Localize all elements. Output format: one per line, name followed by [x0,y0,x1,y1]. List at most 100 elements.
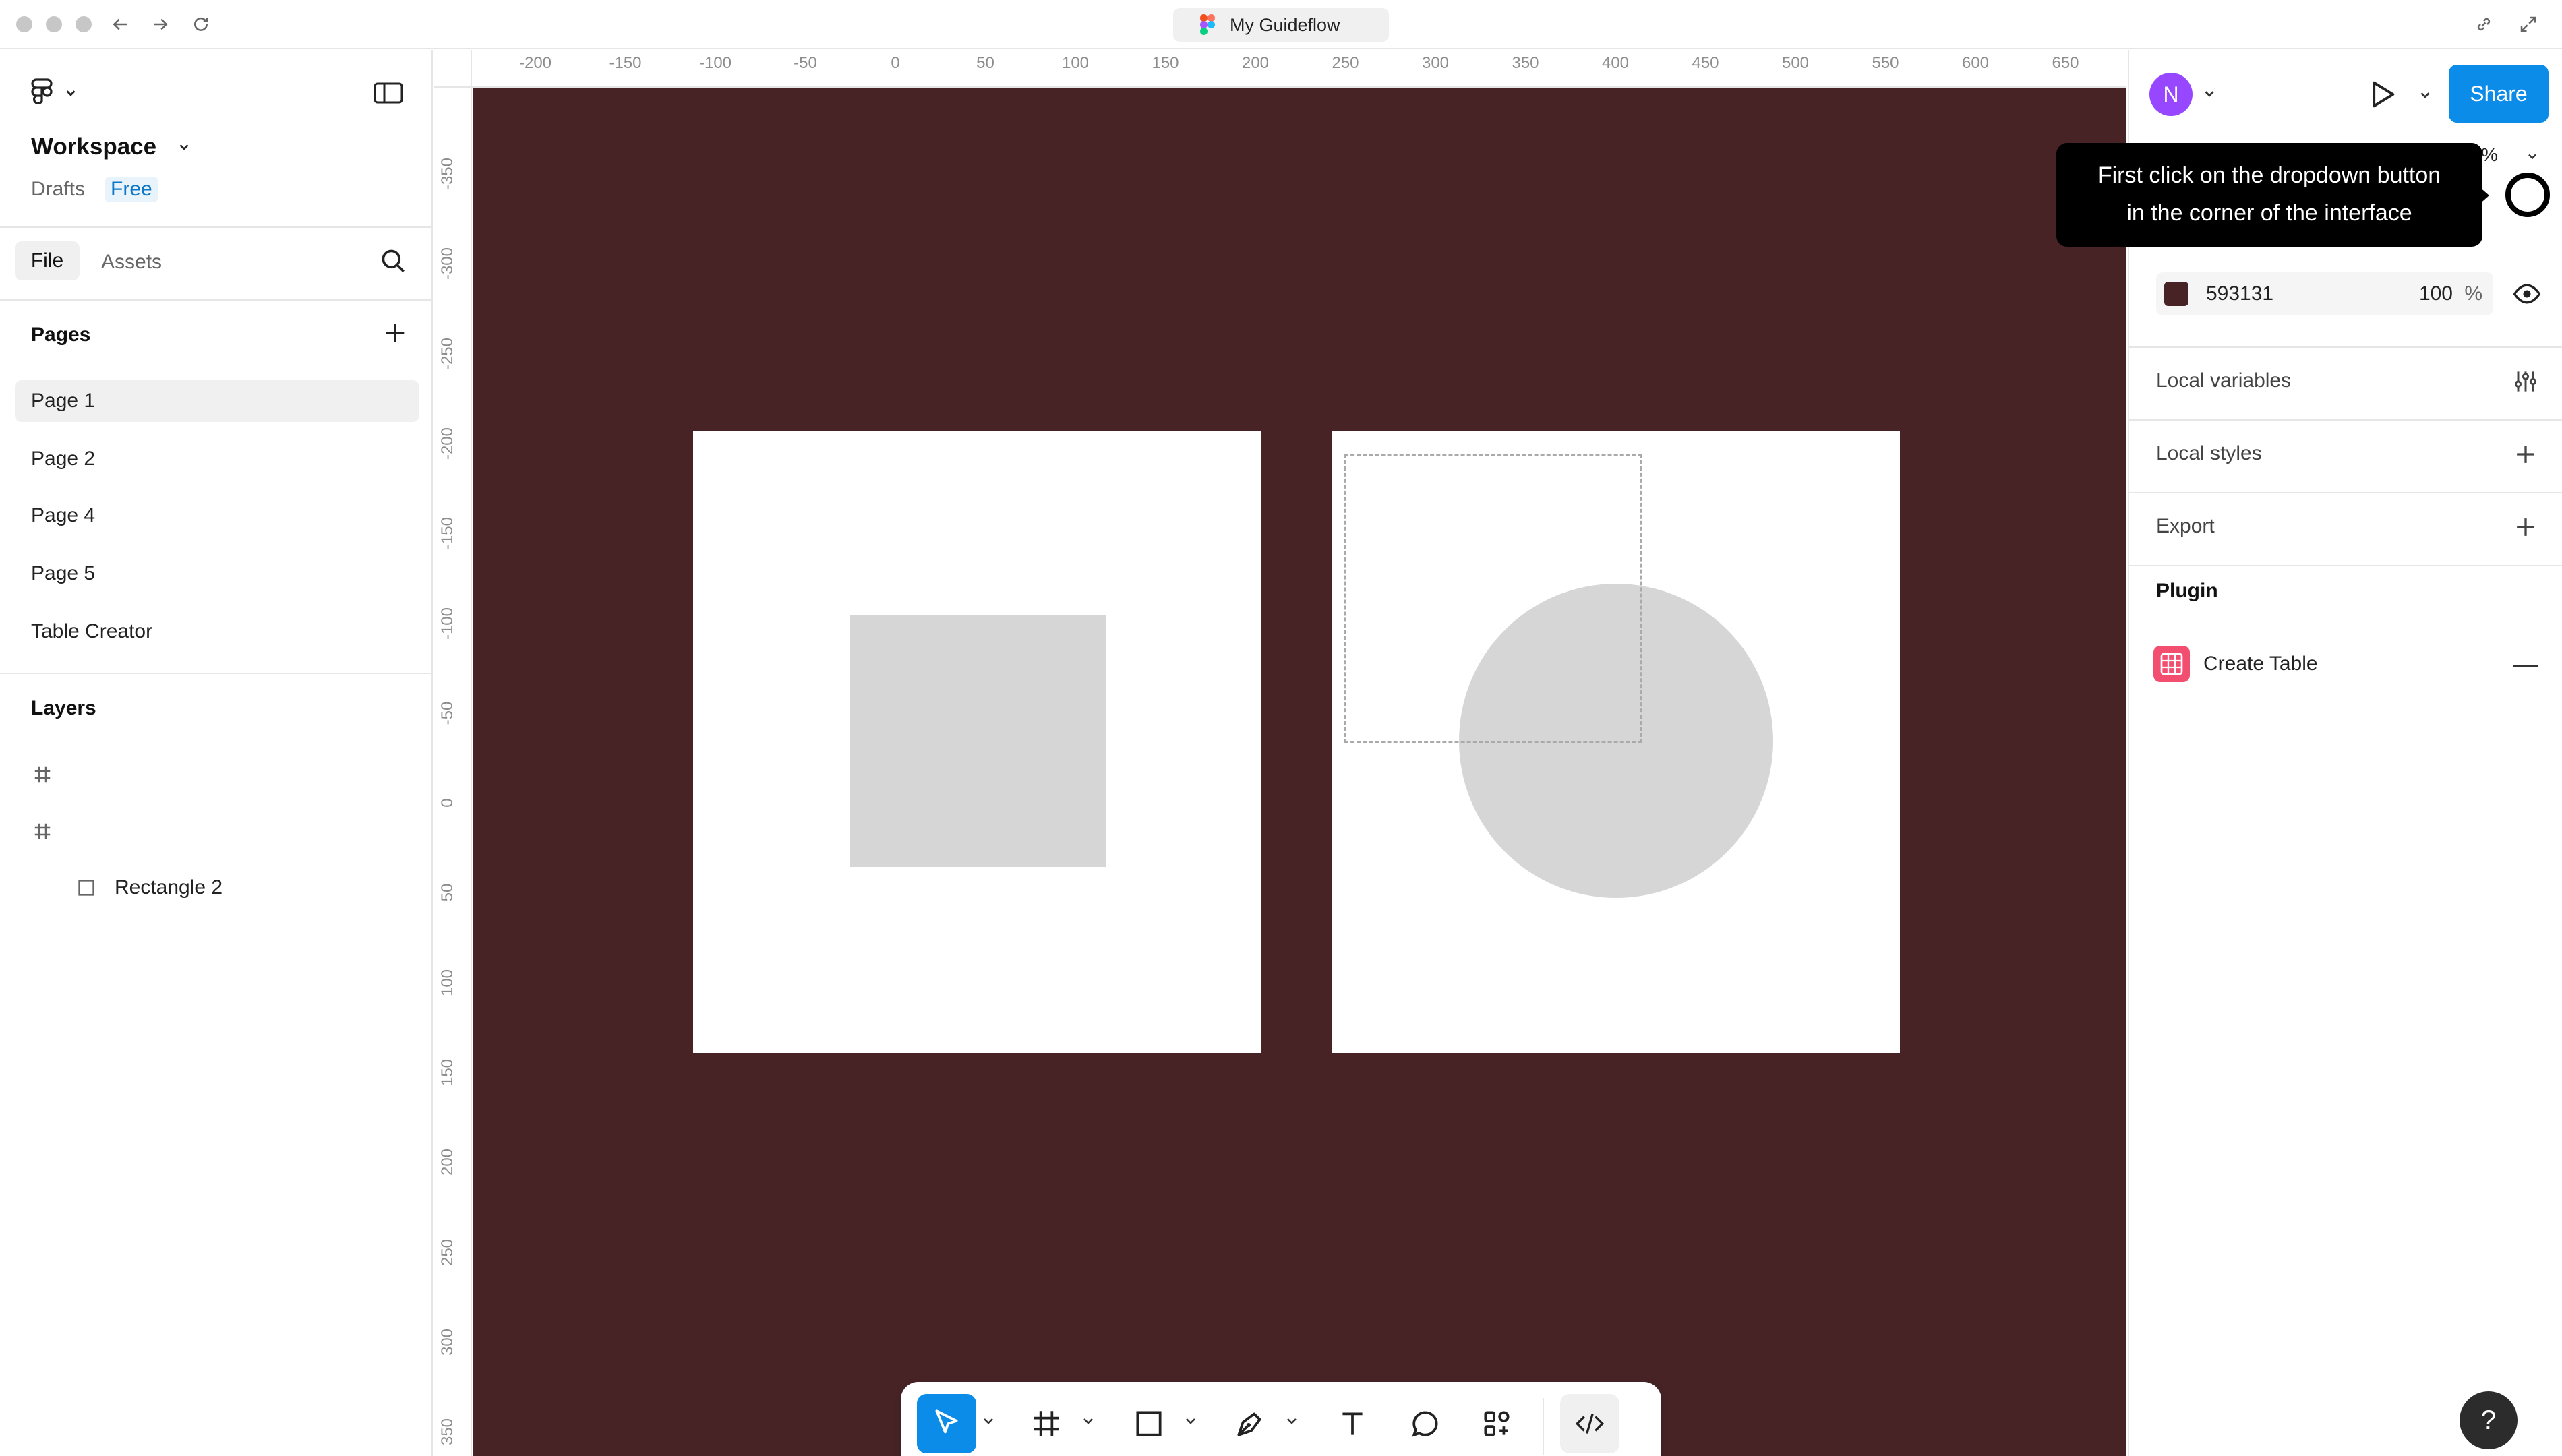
chevron-down-icon[interactable] [1183,1413,1199,1429]
plugin-create-table[interactable]: Create Table [2153,646,2318,682]
layer-row-frame[interactable] [32,814,71,848]
figma-menu-icon [31,78,53,104]
add-page-icon[interactable] [382,320,409,346]
reload-icon[interactable] [187,11,214,38]
table-plugin-icon [2153,646,2190,682]
frame-2[interactable] [1332,431,1900,1053]
ruler-tick-x: -150 [609,54,642,72]
sidebar-toggle-icon[interactable] [372,80,405,107]
ruler-tick-y: 200 [438,1149,456,1176]
ruler-tick-y: -50 [438,701,456,725]
chevron-down-icon[interactable] [980,1413,996,1429]
search-icon[interactable] [379,247,409,276]
page-item[interactable]: Page 1 [15,380,419,422]
local-variables-label[interactable]: Local variables [2156,369,2291,392]
fill-opacity-input[interactable]: 100 [2419,282,2453,305]
guide-target-hotspot[interactable] [2505,173,2550,217]
document-tab[interactable]: My Guideflow [1173,8,1389,42]
ruler-tick-x: -200 [518,54,552,72]
ruler-tick-y: -250 [438,337,456,370]
toolbar-divider [1543,1398,1544,1455]
collapse-minus-icon[interactable] [2513,665,2538,667]
avatar[interactable]: N [2149,73,2193,116]
left-sidebar: Workspace Drafts Free File Assets Pages … [0,50,433,1456]
chevron-down-icon[interactable] [2202,86,2217,101]
chevron-down-icon[interactable] [2526,150,2539,163]
frame-tool-button[interactable] [1017,1394,1076,1453]
window-close-button[interactable] [16,16,32,32]
layer-row-rectangle[interactable]: Rectangle 2 [77,871,222,905]
variables-icon[interactable] [2511,367,2540,396]
ruler-tick-y: -150 [438,517,456,550]
layer-row-frame[interactable] [32,758,71,791]
right-sidebar: N Share % 593131 100 % Local variables L… [2128,50,2562,1456]
divider [0,673,433,674]
divider [0,299,433,301]
eye-icon[interactable] [2511,279,2543,309]
page-item[interactable]: Table Creator [15,611,419,653]
window-minimize-button[interactable] [46,16,62,32]
frame-1[interactable] [693,431,1261,1053]
ruler-tick-y: 150 [438,1058,456,1087]
color-swatch[interactable] [2164,282,2188,306]
ruler-tick-x: 250 [1332,54,1359,72]
guide-tooltip: First click on the dropdown button in th… [2056,143,2482,247]
page-item-label: Page 4 [31,504,96,526]
divider [0,226,433,228]
page-item[interactable]: Page 2 [15,438,419,480]
title-bar: My Guideflow [0,0,2562,49]
ruler-tick-x: 150 [1152,54,1179,72]
divider [2129,492,2562,493]
chevron-down-icon[interactable] [2418,88,2433,102]
page-item-label: Page 2 [31,448,96,470]
tab-file[interactable]: File [15,241,80,280]
rectangle-icon [78,880,94,896]
drafts-label[interactable]: Drafts [31,178,85,201]
share-button[interactable]: Share [2449,65,2549,123]
chevron-down-icon[interactable] [1080,1413,1096,1429]
shape-tool-button[interactable] [1119,1394,1179,1453]
forward-arrow-icon[interactable] [147,11,174,38]
rectangle-shape[interactable] [850,615,1106,867]
canvas[interactable] [473,88,2126,1456]
ruler-tick-y: 50 [438,884,456,902]
zoom-level[interactable]: % [2481,144,2498,166]
chevron-down-icon[interactable] [1284,1413,1300,1429]
ruler-tick-x: 600 [1961,54,1990,72]
ruler-tick-y: 350 [438,1418,456,1446]
actions-tool-button[interactable] [1467,1394,1526,1453]
page-item[interactable]: Page 4 [15,495,419,537]
move-tool-button[interactable] [917,1394,976,1453]
tab-assets[interactable]: Assets [101,251,162,274]
ruler-tick-x: 450 [1692,54,1719,72]
ruler-tick-y: -100 [438,607,456,640]
ruler-tick-x: 50 [976,54,994,72]
fill-hex-input[interactable]: 593131 [2206,282,2273,305]
link-icon[interactable] [2470,11,2497,38]
main-menu-button[interactable] [28,77,78,109]
add-export-icon[interactable] [2511,512,2540,542]
pages-title: Pages [31,324,91,346]
export-label[interactable]: Export [2156,515,2215,538]
add-style-icon[interactable] [2511,439,2540,469]
help-button[interactable]: ? [2460,1391,2518,1449]
tooltip-line-1: First click on the dropdown button [2097,162,2441,188]
page-item[interactable]: Page 5 [15,553,419,595]
selection-marquee [1344,454,1642,743]
back-arrow-icon[interactable] [107,11,133,38]
expand-icon[interactable] [2515,11,2542,38]
dev-mode-toggle[interactable] [1560,1394,1619,1453]
window-maximize-button[interactable] [76,16,92,32]
comment-tool-button[interactable] [1396,1394,1455,1453]
text-tool-button[interactable] [1323,1394,1382,1453]
ruler-tick-x: 200 [1241,54,1270,72]
workspace-selector[interactable]: Workspace [31,133,191,160]
ruler-tick-x: 550 [1872,54,1899,72]
local-styles-label[interactable]: Local styles [2156,442,2262,465]
ruler-tick-x: -50 [794,54,817,72]
background-fill-row[interactable]: 593131 100 % [2156,272,2493,315]
ruler-tick-y: 100 [438,969,456,996]
present-play-icon[interactable] [2364,77,2399,112]
ruler-tick-x: 0 [891,54,900,72]
pen-tool-button[interactable] [1220,1394,1280,1453]
